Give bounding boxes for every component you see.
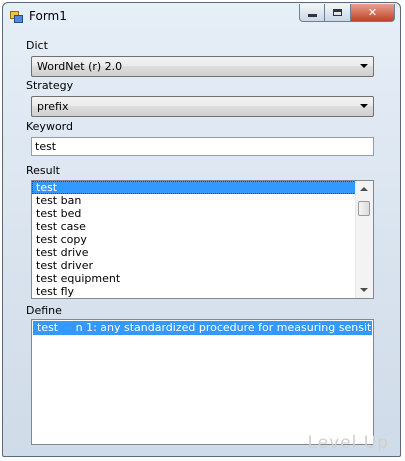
caption-buttons: ✕ [299, 4, 395, 23]
result-label: Result [26, 164, 60, 177]
dict-value: WordNet (r) 2.0 [37, 60, 123, 73]
minimize-icon [307, 14, 317, 17]
keyword-label: Keyword [26, 120, 73, 133]
dict-combobox[interactable]: WordNet (r) 2.0 [31, 56, 374, 77]
list-item[interactable]: test [32, 181, 356, 194]
scroll-up-icon[interactable] [360, 187, 368, 191]
maximize-icon [333, 9, 342, 16]
define-text[interactable]: test n 1: any standardized procedure for… [33, 321, 373, 335]
strategy-label: Strategy [26, 79, 74, 92]
watermark: Level Up [307, 433, 389, 453]
dict-label: Dict [26, 39, 48, 52]
list-item[interactable]: test drive [32, 246, 356, 259]
window-title: Form1 [29, 9, 67, 23]
keyword-field[interactable] [31, 137, 374, 156]
chevron-down-icon[interactable] [360, 104, 368, 108]
define-textbox[interactable]: test n 1: any standardized procedure for… [31, 319, 374, 445]
define-label: Define [26, 304, 62, 317]
close-button[interactable]: ✕ [351, 4, 395, 22]
strategy-value: prefix [37, 100, 69, 113]
title-bar[interactable]: Form1 ✕ [3, 3, 400, 30]
result-items: test test ban test bed test case test co… [32, 181, 356, 298]
list-item[interactable]: test ban [32, 194, 356, 207]
app-icon[interactable] [10, 11, 23, 23]
result-scrollbar[interactable] [355, 181, 373, 298]
close-icon: ✕ [367, 6, 378, 19]
scroll-down-icon[interactable] [360, 288, 368, 292]
minimize-button[interactable] [299, 4, 325, 22]
maximize-button[interactable] [325, 4, 351, 22]
chevron-down-icon[interactable] [360, 64, 368, 68]
list-item[interactable]: test driver [32, 259, 356, 272]
list-item[interactable]: test bed [32, 207, 356, 220]
result-listbox[interactable]: test test ban test bed test case test co… [31, 180, 374, 299]
list-item[interactable]: test equipment [32, 272, 356, 285]
list-item[interactable]: test copy [32, 233, 356, 246]
scroll-thumb[interactable] [358, 201, 370, 216]
list-item[interactable]: test fly [32, 285, 356, 298]
list-item[interactable]: test case [32, 220, 356, 233]
keyword-input[interactable] [32, 139, 355, 154]
strategy-combobox[interactable]: prefix [31, 96, 374, 117]
